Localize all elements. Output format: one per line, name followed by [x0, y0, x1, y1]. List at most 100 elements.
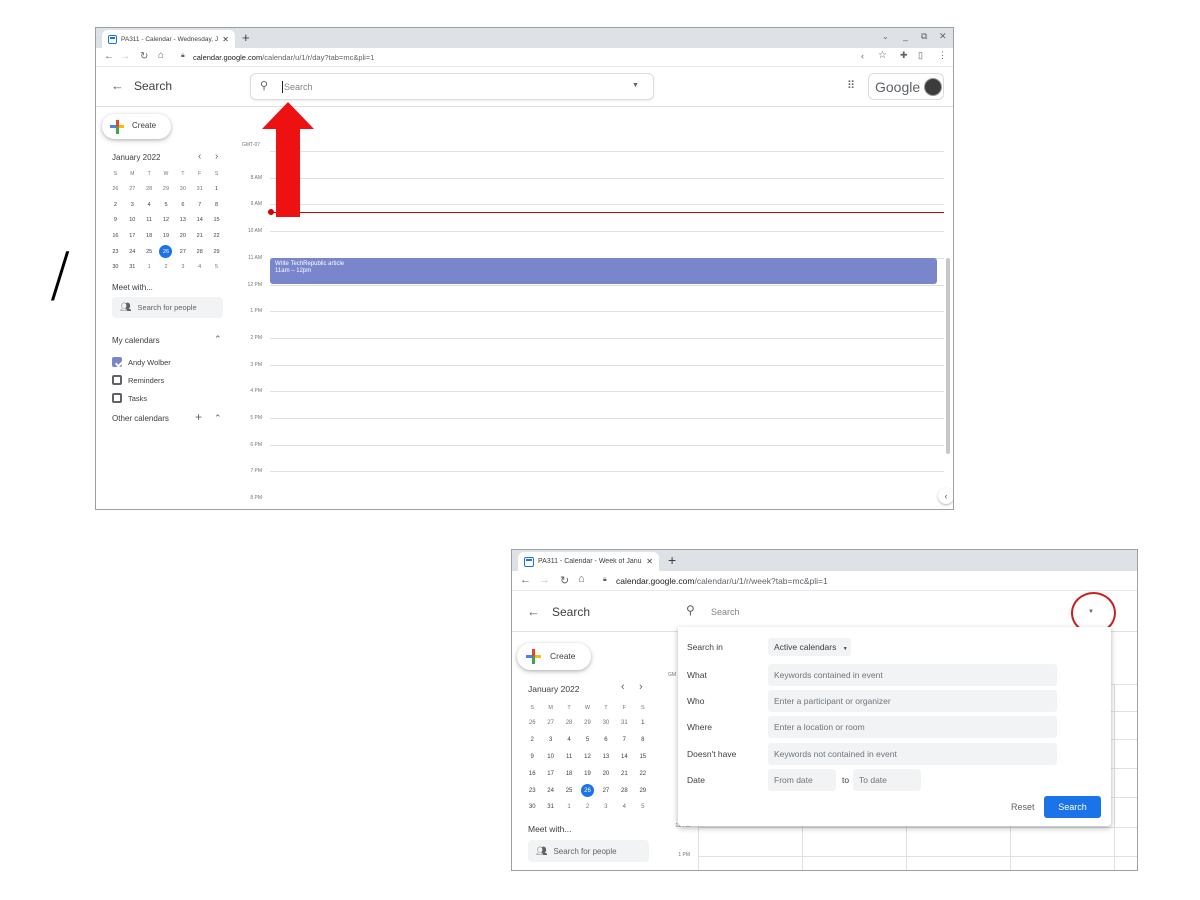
- scrollbar[interactable]: [946, 258, 950, 454]
- advanced-search-header[interactable]: ⚲ Search ▼: [678, 597, 1111, 627]
- close-tab-icon[interactable]: ✕: [222, 35, 229, 44]
- mini-day[interactable]: 31: [541, 799, 559, 816]
- close-tab-icon[interactable]: ✕: [646, 557, 653, 566]
- mini-day[interactable]: 16: [107, 228, 124, 244]
- restore-icon[interactable]: ⧉: [921, 31, 927, 42]
- google-account-area[interactable]: Google: [868, 73, 944, 100]
- home-icon[interactable]: ⌂: [158, 50, 164, 61]
- mini-day[interactable]: 13: [174, 212, 191, 228]
- mini-day[interactable]: 25: [560, 782, 578, 799]
- mini-day[interactable]: 26: [158, 244, 175, 260]
- avatar[interactable]: [924, 78, 942, 96]
- checkbox[interactable]: [112, 393, 122, 403]
- collapse-other-icon[interactable]: ⌃: [214, 413, 222, 424]
- mini-day[interactable]: 22: [634, 765, 652, 782]
- mini-day[interactable]: 4: [141, 197, 158, 213]
- mini-day[interactable]: 31: [124, 259, 141, 275]
- mini-day[interactable]: 26: [107, 181, 124, 197]
- mini-day[interactable]: 16: [523, 765, 541, 782]
- reset-button[interactable]: Reset: [1011, 802, 1035, 812]
- mini-day[interactable]: 30: [523, 799, 541, 816]
- mini-day[interactable]: 6: [597, 732, 615, 749]
- mini-day[interactable]: 12: [578, 749, 596, 766]
- mini-day[interactable]: 7: [191, 197, 208, 213]
- mini-day[interactable]: 1: [208, 181, 225, 197]
- mini-day[interactable]: 17: [541, 765, 559, 782]
- checkbox[interactable]: [112, 375, 122, 385]
- mini-day[interactable]: 20: [174, 228, 191, 244]
- mini-day[interactable]: 17: [124, 228, 141, 244]
- url-text[interactable]: calendar.google.com/calendar/u/1/r/week?…: [616, 576, 828, 586]
- mini-day[interactable]: 22: [208, 228, 225, 244]
- mini-day[interactable]: 15: [208, 212, 225, 228]
- close-window-icon[interactable]: ✕: [939, 31, 947, 42]
- mini-day[interactable]: 3: [597, 799, 615, 816]
- share-icon[interactable]: ‹: [861, 51, 864, 61]
- collapse-icon[interactable]: ⌃: [214, 334, 222, 345]
- new-tab-icon[interactable]: +: [242, 30, 250, 45]
- mini-day[interactable]: 9: [107, 212, 124, 228]
- mini-day[interactable]: 23: [107, 244, 124, 260]
- mini-day[interactable]: 31: [615, 715, 633, 732]
- back-icon[interactable]: ←: [520, 574, 531, 586]
- mini-day[interactable]: 31: [191, 181, 208, 197]
- mini-day[interactable]: 23: [523, 782, 541, 799]
- prev-month-icon[interactable]: ‹: [198, 151, 201, 162]
- dropdown-arrow-icon[interactable]: ▼: [632, 82, 639, 89]
- checkbox[interactable]: [112, 357, 122, 367]
- reload-icon[interactable]: ↻: [140, 51, 148, 62]
- who-input[interactable]: Enter a participant or organizer: [768, 690, 1057, 712]
- mini-day[interactable]: 18: [560, 765, 578, 782]
- mini-day[interactable]: 1: [141, 259, 158, 275]
- search-button[interactable]: Search: [1044, 796, 1101, 818]
- mini-day[interactable]: 1: [560, 799, 578, 816]
- bookmark-star-icon[interactable]: ☆: [878, 50, 887, 61]
- mini-day[interactable]: 12: [158, 212, 175, 228]
- back-arrow-icon[interactable]: ←: [111, 78, 124, 93]
- sidepanel-icon[interactable]: ▯: [918, 50, 923, 61]
- mini-day[interactable]: 28: [141, 181, 158, 197]
- search-in-select[interactable]: Active calendars ▼: [768, 638, 851, 656]
- mini-day[interactable]: 27: [174, 244, 191, 260]
- mini-day[interactable]: 27: [597, 782, 615, 799]
- mini-day[interactable]: 27: [124, 181, 141, 197]
- minimize-icon[interactable]: _: [903, 31, 908, 41]
- mini-day[interactable]: 5: [578, 732, 596, 749]
- add-calendar-icon[interactable]: +: [195, 410, 202, 424]
- forward-icon[interactable]: →: [539, 574, 550, 586]
- browser-tab[interactable]: PA311 - Calendar - Week of Janu ✕: [518, 552, 659, 571]
- mini-day[interactable]: 26: [578, 782, 596, 799]
- mini-day[interactable]: 19: [158, 228, 175, 244]
- mini-day[interactable]: 24: [541, 782, 559, 799]
- reload-icon[interactable]: ↻: [560, 574, 569, 587]
- prev-month-icon[interactable]: ‹: [621, 681, 625, 693]
- mini-day[interactable]: 14: [191, 212, 208, 228]
- back-arrow-icon[interactable]: ←: [527, 604, 540, 619]
- mini-day[interactable]: 8: [634, 732, 652, 749]
- mini-day[interactable]: 7: [615, 732, 633, 749]
- mini-day[interactable]: 30: [107, 259, 124, 275]
- mini-day[interactable]: 5: [158, 197, 175, 213]
- mini-day[interactable]: 29: [634, 782, 652, 799]
- mini-day[interactable]: 30: [597, 715, 615, 732]
- search-people-input[interactable]: 👥︎ Search for people: [112, 297, 223, 318]
- back-icon[interactable]: ←: [104, 51, 114, 62]
- mini-day[interactable]: 2: [578, 799, 596, 816]
- next-month-icon[interactable]: ›: [639, 681, 643, 693]
- from-date-input[interactable]: From date: [768, 769, 836, 791]
- mini-day[interactable]: 5: [634, 799, 652, 816]
- menu-icon[interactable]: ⋮: [938, 50, 947, 61]
- mini-day[interactable]: 1: [634, 715, 652, 732]
- mini-day[interactable]: 4: [191, 259, 208, 275]
- mini-day[interactable]: 27: [541, 715, 559, 732]
- browser-tab[interactable]: PA311 - Calendar - Wednesday, J ✕: [102, 30, 235, 48]
- mini-day[interactable]: 28: [191, 244, 208, 260]
- create-button[interactable]: Create: [517, 643, 591, 670]
- mini-day[interactable]: 30: [174, 181, 191, 197]
- search-people-input[interactable]: 👥︎ Search for people: [528, 840, 649, 862]
- doesnt-have-input[interactable]: Keywords not contained in event: [768, 743, 1057, 765]
- tab-search-icon[interactable]: ⌄: [882, 32, 889, 41]
- mini-day[interactable]: 2: [523, 732, 541, 749]
- mini-day[interactable]: 20: [597, 765, 615, 782]
- mini-day[interactable]: 5: [208, 259, 225, 275]
